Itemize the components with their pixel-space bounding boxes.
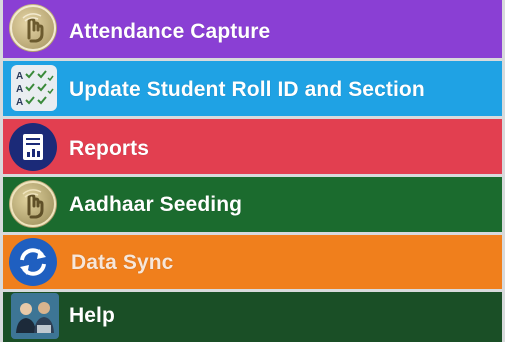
menu-item-data-sync[interactable]: Data Sync — [3, 235, 502, 289]
menu-item-label: Help — [69, 304, 115, 327]
help-people-icon — [11, 293, 59, 339]
sync-icon — [9, 238, 57, 286]
menu-item-label: Aadhaar Seeding — [69, 193, 243, 216]
fingerprint-hand-icon — [9, 4, 57, 52]
menu-item-reports[interactable]: Reports — [3, 119, 502, 174]
menu-item-label: Reports — [69, 137, 150, 160]
menu-item-aadhaar-seeding[interactable]: Aadhaar Seeding — [3, 177, 502, 232]
menu-item-help[interactable]: Help — [3, 292, 502, 342]
svg-text:A: A — [16, 84, 23, 95]
menu-item-attendance-capture[interactable]: Attendance Capture — [3, 0, 502, 58]
main-menu: Attendance Capture A A A Update Student … — [0, 0, 505, 342]
menu-item-label: Attendance Capture — [69, 20, 271, 43]
menu-item-label: Update Student Roll ID and Section — [69, 78, 425, 101]
checklist-icon: A A A — [11, 65, 57, 111]
menu-item-label: Data Sync — [71, 251, 174, 274]
menu-item-update-student-roll[interactable]: A A A Update Student Roll ID and Section — [3, 61, 502, 116]
svg-text:A: A — [16, 97, 23, 108]
svg-text:A: A — [16, 71, 23, 82]
report-document-icon — [9, 123, 57, 171]
fingerprint-hand-icon — [9, 180, 57, 228]
